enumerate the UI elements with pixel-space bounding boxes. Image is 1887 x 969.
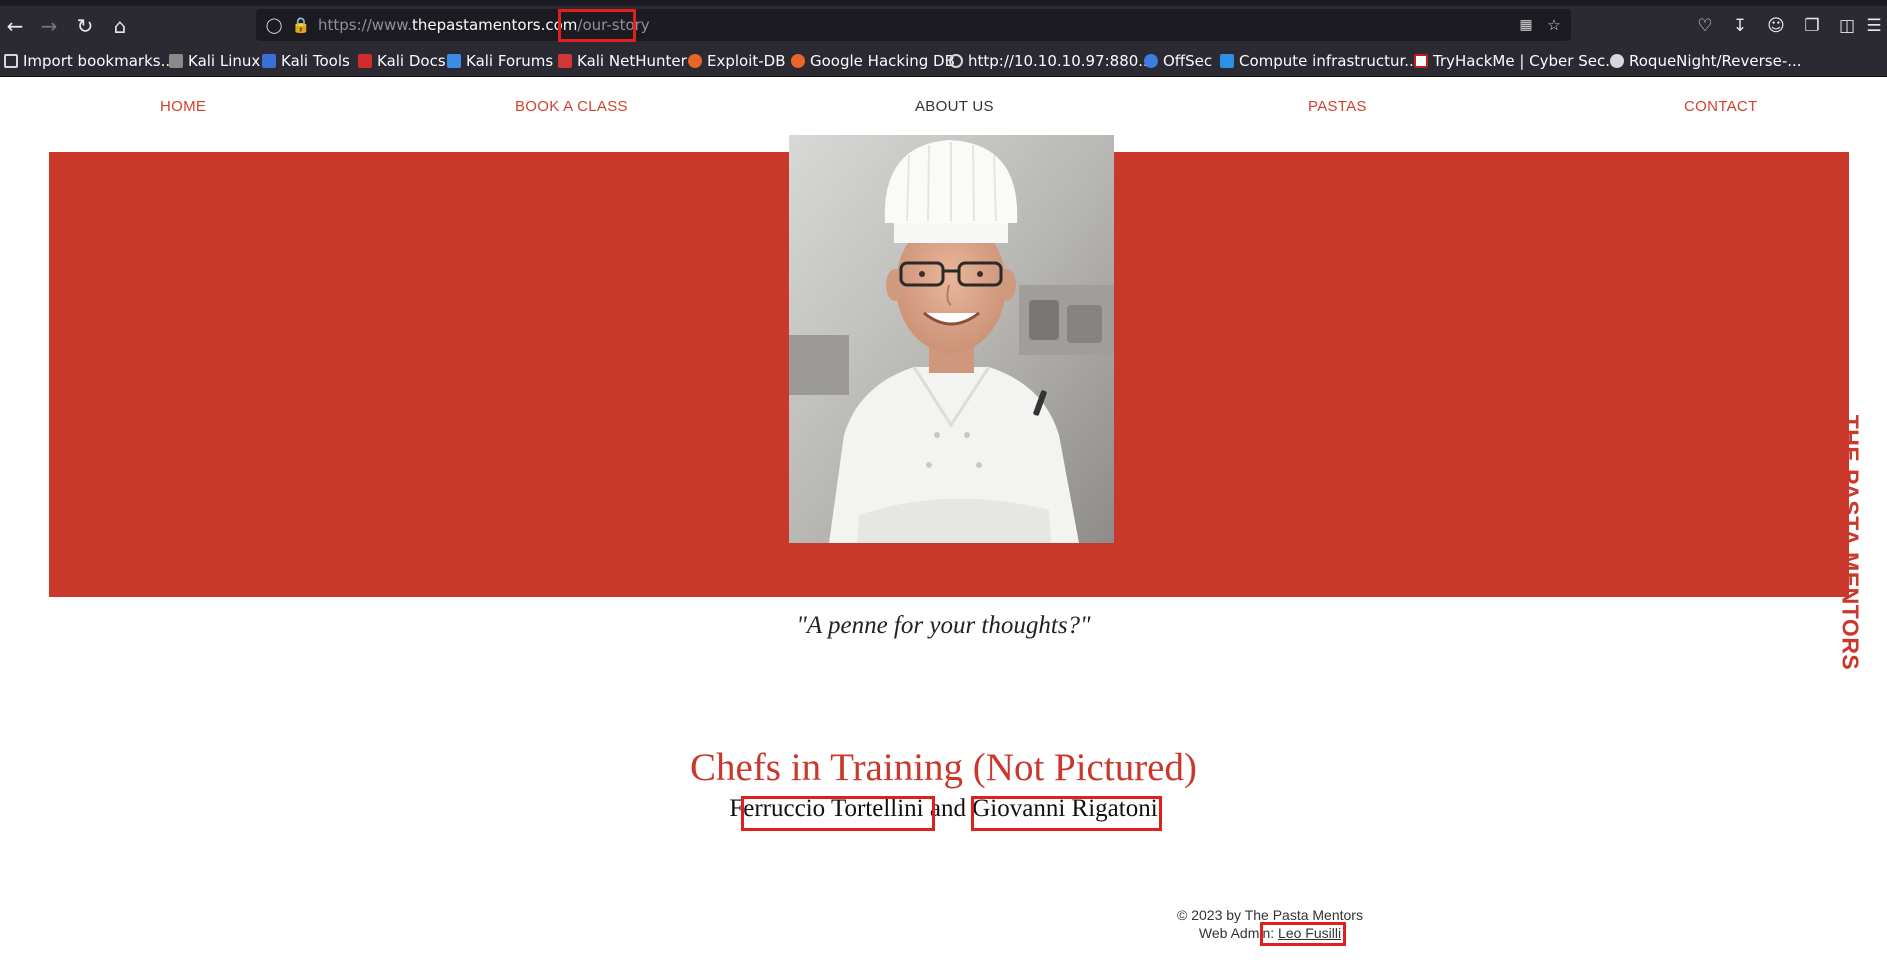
bookmark-star-icon[interactable]: ☆ [1544, 15, 1564, 35]
bookmark-label: Exploit-DB [707, 52, 786, 70]
url-path-highlight [558, 9, 636, 42]
bookmark-label: Compute infrastructur... [1239, 52, 1419, 70]
account-icon[interactable]: ☺ [1764, 14, 1788, 38]
nav-about-us[interactable]: ABOUT US [915, 98, 994, 115]
bookmark-kali-nethunter[interactable]: Kali NetHunter [558, 51, 687, 71]
kali-tools-icon [262, 54, 276, 68]
url-bar[interactable]: ◯ 🔒 https://www.thepastamentors.com/our-… [256, 9, 1571, 41]
offsec-icon [1144, 54, 1158, 68]
bookmark-tryhackme[interactable]: TryHackMe | Cyber Sec... [1414, 51, 1620, 71]
bookmark-label: Google Hacking DB [810, 52, 955, 70]
pocket-icon[interactable]: ♡ [1693, 14, 1717, 38]
tracking-shield-icon[interactable]: ◯ [264, 15, 284, 35]
reload-button[interactable]: ↻ [72, 13, 98, 39]
bookmark-kali-docs[interactable]: Kali Docs [358, 51, 446, 71]
bookmark-label: RoqueNight/Reverse-... [1629, 52, 1802, 70]
azure-icon [1220, 54, 1234, 68]
exploit-db-icon [688, 54, 702, 68]
chef-name-1-highlight [741, 796, 935, 831]
menu-icon[interactable]: ☰ [1862, 14, 1886, 38]
kali-dragon-icon [169, 54, 183, 68]
bookmark-label: Kali Forums [466, 52, 554, 70]
qr-code-icon[interactable]: ▦ [1516, 15, 1536, 35]
tryhackme-icon [1414, 54, 1428, 68]
github-icon [1610, 54, 1624, 68]
names-connector: and [929, 795, 966, 822]
nav-pastas[interactable]: PASTAS [1308, 98, 1367, 115]
home-button[interactable]: ⌂ [107, 13, 133, 39]
bookmark-label: Kali Linux [188, 52, 261, 70]
nav-book-a-class[interactable]: BOOK A CLASS [515, 98, 628, 115]
bookmark-exploit-db[interactable]: Exploit-DB [688, 51, 786, 71]
bookmark-label: http://10.10.10.97:880... [968, 52, 1153, 70]
nethunter-icon [558, 54, 572, 68]
chef-photo [789, 135, 1114, 543]
kali-forums-icon [447, 54, 461, 68]
bookmark-label: Kali Tools [281, 52, 350, 70]
bookmark-label: OffSec [1163, 52, 1213, 70]
downloads-icon[interactable]: ↧ [1728, 14, 1752, 38]
bookmark-label: TryHackMe | Cyber Sec... [1433, 52, 1620, 70]
bookmark-kali-forums[interactable]: Kali Forums [447, 51, 553, 71]
bookmark-offsec[interactable]: OffSec [1144, 51, 1212, 71]
chefs-title: Chefs in Training (Not Pictured) [690, 746, 1197, 789]
quote: "A penne for your thoughts?" [796, 612, 1091, 639]
browser-toolbar: ← → ↻ ⌂ ◯ 🔒 https://www.thepastamentors.… [0, 6, 1887, 45]
chef-name-2-highlight [971, 796, 1162, 831]
bookmark-azure[interactable]: Compute infrastructur... [1220, 51, 1419, 71]
bookmark-ghdb[interactable]: Google Hacking DB [791, 51, 955, 71]
import-icon [4, 54, 18, 68]
forward-button[interactable]: → [36, 13, 62, 39]
bookmark-kali-tools[interactable]: Kali Tools [262, 51, 350, 71]
bookmark-label: Kali NetHunter [577, 52, 687, 70]
lock-icon[interactable]: 🔒 [291, 15, 311, 35]
bookmark-label: Import bookmarks... [23, 52, 175, 70]
chef-names: Ferruccio Tortellini and Giovanni Rigato… [0, 795, 1887, 823]
ghdb-icon [791, 54, 805, 68]
bookmark-label: Kali Docs [377, 52, 446, 70]
nav-home[interactable]: HOME [160, 98, 206, 115]
side-brand: THE PASTA MENTORS [1826, 415, 1874, 671]
bookmark-kali-linux[interactable]: Kali Linux [169, 51, 260, 71]
url-domain: thepastamentors.com [411, 16, 578, 34]
url-protocol: https://www. [318, 16, 412, 34]
sidebar-icon[interactable]: ◫ [1835, 14, 1859, 38]
web-admin-highlight [1260, 922, 1346, 946]
bookmark-local-ip[interactable]: http://10.10.10.97:880... [949, 51, 1153, 71]
back-button[interactable]: ← [2, 13, 28, 39]
bookmark-import[interactable]: Import bookmarks... [4, 51, 175, 71]
kali-docs-icon [358, 54, 372, 68]
nav-contact[interactable]: CONTACT [1684, 98, 1757, 115]
extensions-icon[interactable]: ❐ [1800, 14, 1824, 38]
bookmarks-toolbar: Import bookmarks... Kali Linux Kali Tool… [0, 45, 1887, 77]
bookmark-github[interactable]: RoqueNight/Reverse-... [1610, 51, 1802, 71]
globe-icon [949, 54, 963, 68]
